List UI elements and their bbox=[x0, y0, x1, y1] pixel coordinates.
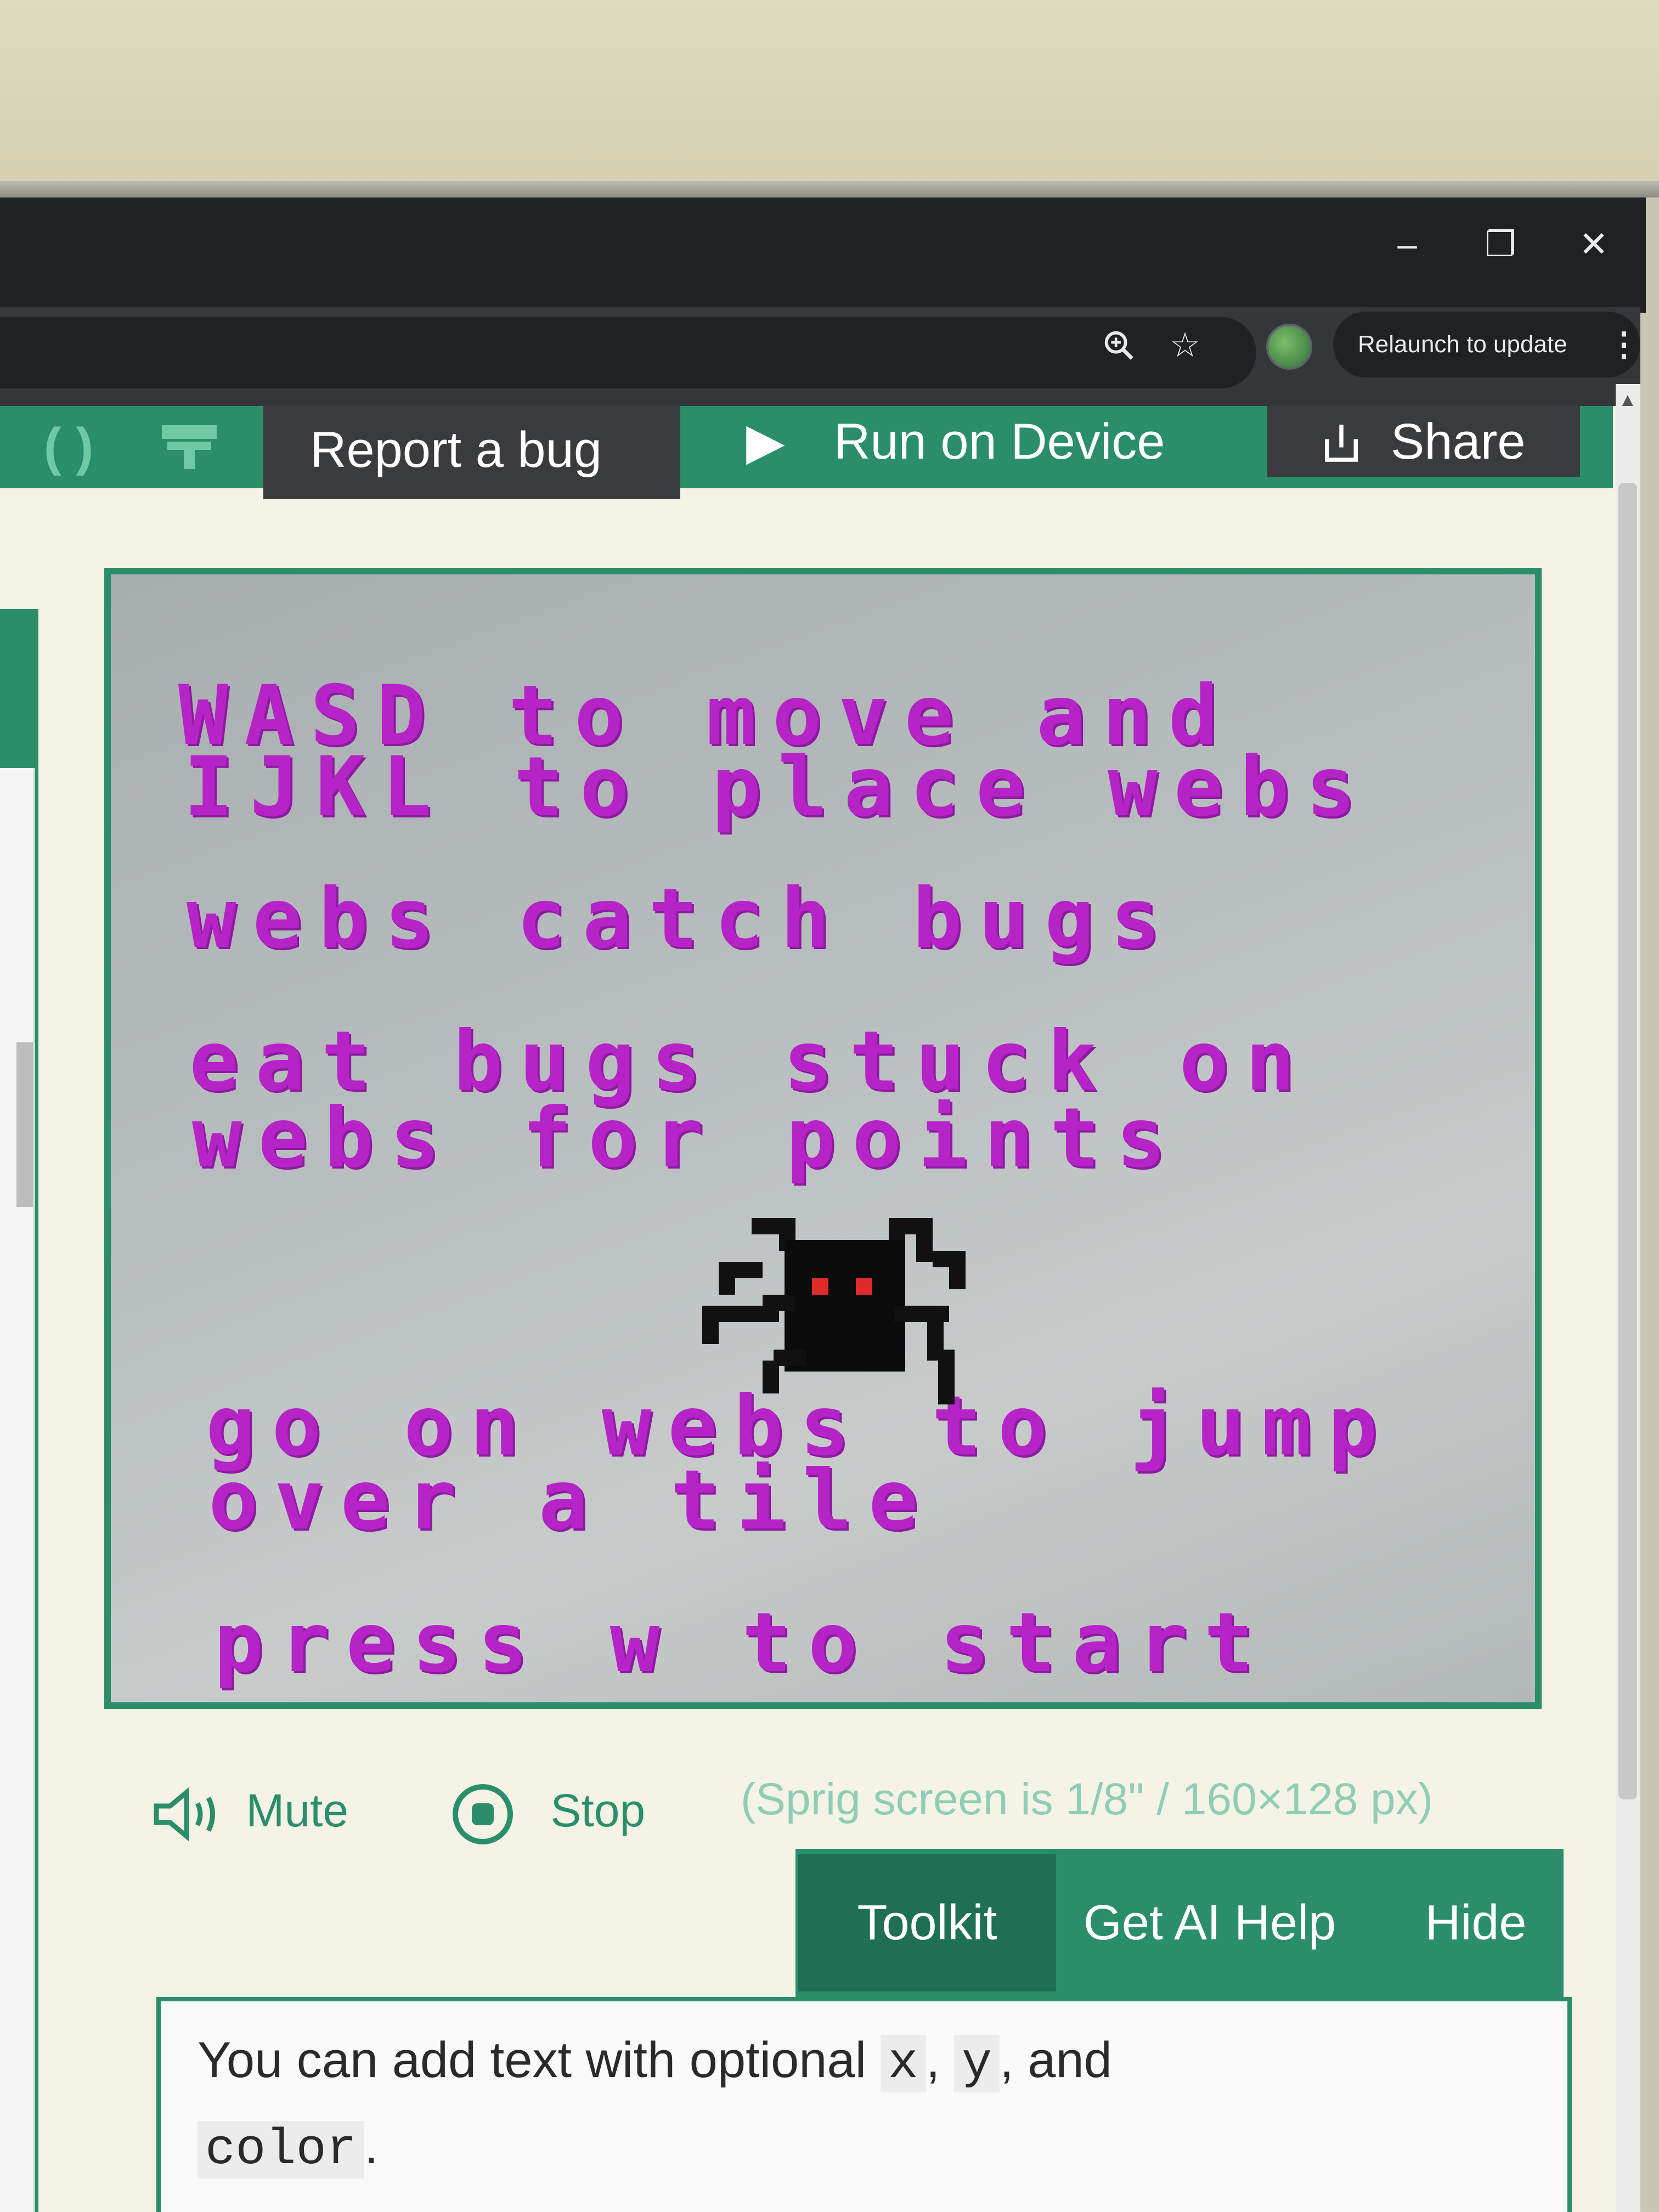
run-on-device-button[interactable]: ▶ Run on Device bbox=[746, 406, 1229, 499]
minimize-button[interactable]: – bbox=[1383, 219, 1432, 269]
spider-sprite bbox=[702, 1218, 966, 1404]
doc-sep-2: , and bbox=[1000, 2032, 1112, 2088]
relaunch-to-update-button[interactable]: Relaunch to update ⋮ bbox=[1333, 312, 1640, 377]
profile-avatar[interactable] bbox=[1266, 324, 1312, 370]
play-icon: ▶ bbox=[746, 414, 785, 470]
tab-toolkit[interactable]: Toolkit bbox=[798, 1854, 1056, 1991]
share-button[interactable]: Share bbox=[1267, 406, 1580, 477]
game-text-line-7: over a tile bbox=[208, 1453, 935, 1548]
hide-help-button[interactable]: Hide bbox=[1388, 1854, 1564, 1991]
game-text-line-5: webs for points bbox=[192, 1091, 1182, 1186]
scroll-up-arrow-icon[interactable]: ▲ bbox=[1618, 390, 1637, 411]
screen-size-note: (Sprig screen is 1/8" / 160×128 px) bbox=[741, 1774, 1434, 1824]
game-text-line-8: press w to start bbox=[214, 1595, 1270, 1691]
monitor-bezel bbox=[0, 181, 1659, 198]
doc-end: . bbox=[364, 2118, 379, 2174]
kebab-menu-icon[interactable]: ⋮ bbox=[1607, 312, 1640, 377]
relaunch-label: Relaunch to update bbox=[1358, 331, 1567, 358]
address-bar[interactable] bbox=[0, 317, 1256, 388]
report-bug-label: Report a bug bbox=[310, 422, 602, 478]
tab-get-ai-help[interactable]: Get AI Help bbox=[1056, 1854, 1363, 1991]
stop-label: Stop bbox=[550, 1785, 646, 1836]
page-scrollbar-thumb[interactable] bbox=[1618, 483, 1637, 1799]
code-editor-edge bbox=[0, 768, 35, 2212]
run-on-device-label: Run on Device bbox=[834, 414, 1165, 470]
stop-button[interactable]: Stop bbox=[450, 1778, 645, 1847]
toolkit-doc-text: You can add text with optional x, y, and… bbox=[198, 2019, 1112, 2191]
doc-text-intro: You can add text with optional bbox=[198, 2032, 867, 2088]
editor-scrollbar-thumb[interactable] bbox=[16, 1042, 33, 1207]
doc-code-color: color bbox=[198, 2121, 365, 2179]
restore-button[interactable]: ❐ bbox=[1476, 219, 1525, 269]
close-button[interactable]: ✕ bbox=[1569, 219, 1618, 269]
game-text-line-3: webs catch bugs bbox=[187, 871, 1177, 967]
zoom-icon[interactable] bbox=[1097, 326, 1141, 376]
report-bug-button[interactable]: Report a bug bbox=[263, 406, 680, 499]
share-label: Share bbox=[1391, 414, 1526, 470]
mute-label: Mute bbox=[246, 1785, 349, 1836]
share-icon bbox=[1317, 405, 1366, 487]
sprig-device-icon[interactable] bbox=[148, 420, 230, 475]
doc-code-y: y bbox=[953, 2035, 1000, 2092]
game-text-line-2: IJKL to place webs bbox=[184, 740, 1372, 835]
doc-sep-1: , bbox=[926, 2032, 940, 2088]
background-wall bbox=[0, 0, 1659, 187]
mute-button[interactable]: Mute bbox=[151, 1778, 348, 1844]
bookmark-star-icon[interactable]: ☆ bbox=[1163, 324, 1207, 368]
doc-code-x: x bbox=[880, 2035, 926, 2092]
github-icon[interactable]: ( ) bbox=[27, 420, 110, 475]
